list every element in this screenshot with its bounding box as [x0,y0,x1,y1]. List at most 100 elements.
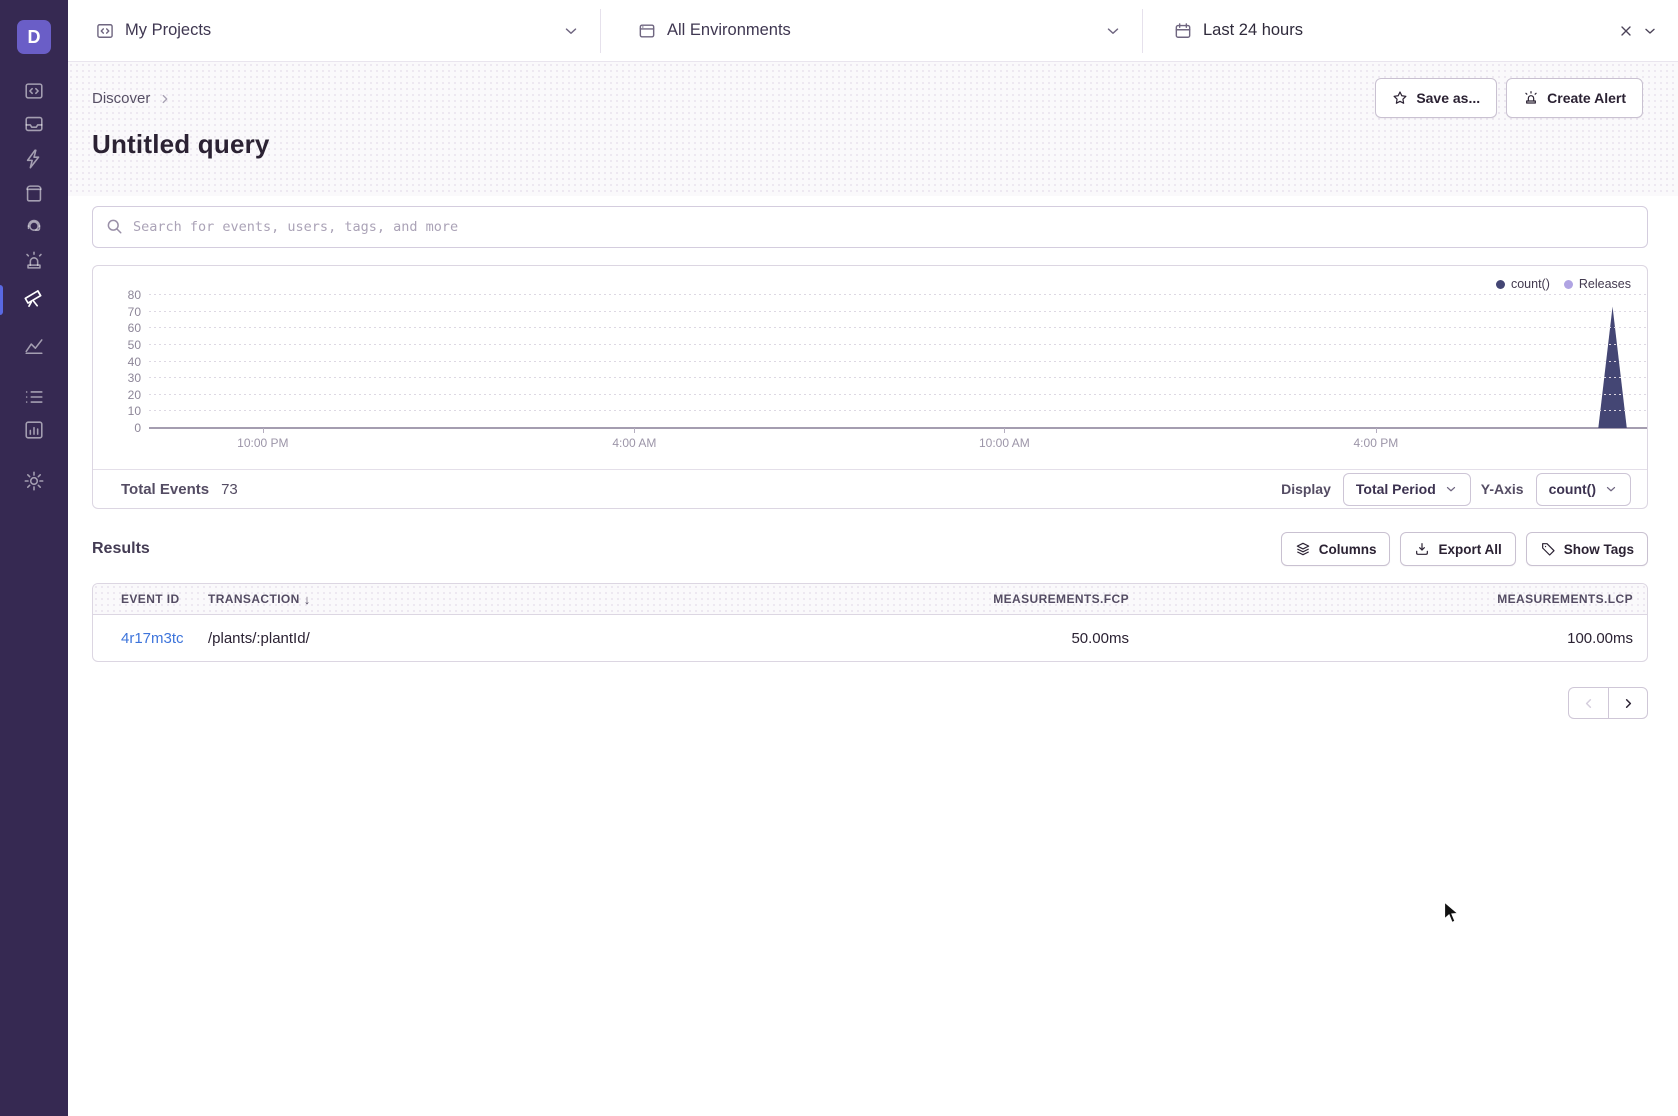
results-header: Results Columns Export All Show Tags [92,532,1648,566]
y-axis-select[interactable]: count() [1536,473,1631,506]
show-tags-button[interactable]: Show Tags [1526,532,1648,566]
calendar-icon [1173,21,1193,41]
column-header-event-id[interactable]: EVENT ID [93,592,208,606]
breadcrumb-discover-link[interactable]: Discover [92,90,150,107]
y-axis-labels: 01020304050607080 [93,295,141,428]
table-row: 4r17m3tc /plants/:plantId/ 50.00ms 100.0… [93,615,1647,661]
chevron-down-icon [1444,482,1458,496]
download-icon [1414,541,1430,557]
sort-desc-icon: ↓ [304,592,311,607]
export-all-button[interactable]: Export All [1400,532,1515,566]
x-tick-label: 4:00 AM [612,436,656,450]
bar-chart-icon [23,419,45,441]
releases-series-dot [1564,280,1573,289]
count-series-dot [1496,280,1505,289]
sidebar-item-stats[interactable] [23,419,45,441]
x-tick-label: 4:00 PM [1354,436,1399,450]
chart-plot [149,295,1647,428]
x-axis-labels: 10:00 PM4:00 AM10:00 AM4:00 PM [149,436,1647,452]
project-folder-icon [95,21,115,41]
x-axis-tick [1376,428,1377,433]
x-axis-tick [634,428,635,433]
results-table-header: EVENT ID TRANSACTION ↓ MEASUREMENTS.FCP … [93,584,1647,615]
lightning-icon [23,148,45,170]
sidebar-item-settings[interactable] [23,470,45,492]
columns-button[interactable]: Columns [1281,532,1391,566]
x-tick-label: 10:00 AM [979,436,1030,450]
search-icon [105,217,123,235]
project-folder-icon [23,80,45,102]
chevron-left-icon [1581,696,1596,711]
gridline [149,410,1647,411]
chevron-down-icon[interactable] [1642,23,1658,39]
y-tick-label: 10 [93,405,141,417]
list-icon [23,386,45,408]
sidebar-item-user-feedback[interactable] [23,216,45,238]
results-table: EVENT ID TRANSACTION ↓ MEASUREMENTS.FCP … [92,583,1648,662]
total-events-label: Total Events [121,481,209,498]
y-tick-label: 50 [93,339,141,351]
previous-page-button[interactable] [1568,687,1608,719]
gear-icon [23,470,45,492]
sidebar-item-discover[interactable] [23,286,45,308]
sidebar-item-issues[interactable] [23,113,45,135]
y-tick-label: 30 [93,372,141,384]
environment-selector[interactable]: All Environments [601,0,1142,61]
display-label: Display [1281,481,1331,497]
active-nav-indicator [0,285,3,315]
page: Discover Untitled query Save as... Creat… [68,62,1678,1116]
y-tick-label: 60 [93,322,141,334]
sidebar-item-releases[interactable] [23,182,45,204]
total-events-value: 73 [221,481,238,498]
sidebar-item-dashboards[interactable] [23,334,45,356]
chevron-down-icon [1604,482,1618,496]
gridline [149,344,1647,345]
environment-selector-label: All Environments [667,21,791,40]
clear-date-icon[interactable] [1618,23,1634,39]
results-heading: Results [92,540,150,558]
tag-icon [1540,541,1556,557]
column-header-measurements-fcp[interactable]: MEASUREMENTS.FCP [663,592,1143,606]
page-header: Discover Untitled query Save as... Creat… [68,62,1678,196]
next-page-button[interactable] [1608,687,1648,719]
create-alert-button[interactable]: Create Alert [1506,78,1643,118]
gridline [149,361,1647,362]
chevron-right-icon [1621,696,1636,711]
telescope-icon [23,286,45,308]
window-icon [637,21,657,41]
measurements-lcp-cell: 100.00ms [1143,630,1647,647]
sidebar-item-projects[interactable] [23,80,45,102]
display-select[interactable]: Total Period [1343,473,1471,506]
topbar: My Projects All Environments Last 24 hou… [68,0,1678,62]
sidebar-item-alerts[interactable] [23,250,45,272]
line-chart-icon [23,334,45,356]
sidebar: D [0,0,68,1116]
count-series-area [149,295,1647,428]
org-avatar[interactable]: D [17,20,51,54]
project-selector[interactable]: My Projects [68,0,600,61]
gridline [149,377,1647,378]
legend-item-count[interactable]: count() [1496,277,1550,291]
legend-item-releases[interactable]: Releases [1564,277,1631,291]
gridline [149,311,1647,312]
siren-icon [23,250,45,272]
y-tick-label: 80 [93,289,141,301]
date-range-label: Last 24 hours [1203,21,1303,40]
y-tick-label: 0 [93,422,141,434]
sidebar-item-activity[interactable] [23,386,45,408]
support-headset-icon [23,216,45,238]
event-id-link[interactable]: 4r17m3tc [93,630,208,647]
pagination [92,687,1648,719]
column-header-measurements-lcp[interactable]: MEASUREMENTS.LCP [1143,592,1647,606]
sidebar-item-performance[interactable] [23,148,45,170]
search-input[interactable] [92,206,1648,248]
date-range-selector[interactable]: Last 24 hours [1143,0,1678,61]
star-icon [1392,90,1408,106]
transaction-cell: /plants/:plantId/ [208,630,663,647]
inbox-tray-icon [23,113,45,135]
gridline [149,294,1647,295]
column-header-transaction[interactable]: TRANSACTION ↓ [208,592,663,607]
page-title: Untitled query [92,129,1648,160]
save-as-button[interactable]: Save as... [1375,78,1497,118]
chart-legend: count() Releases [1496,277,1631,291]
